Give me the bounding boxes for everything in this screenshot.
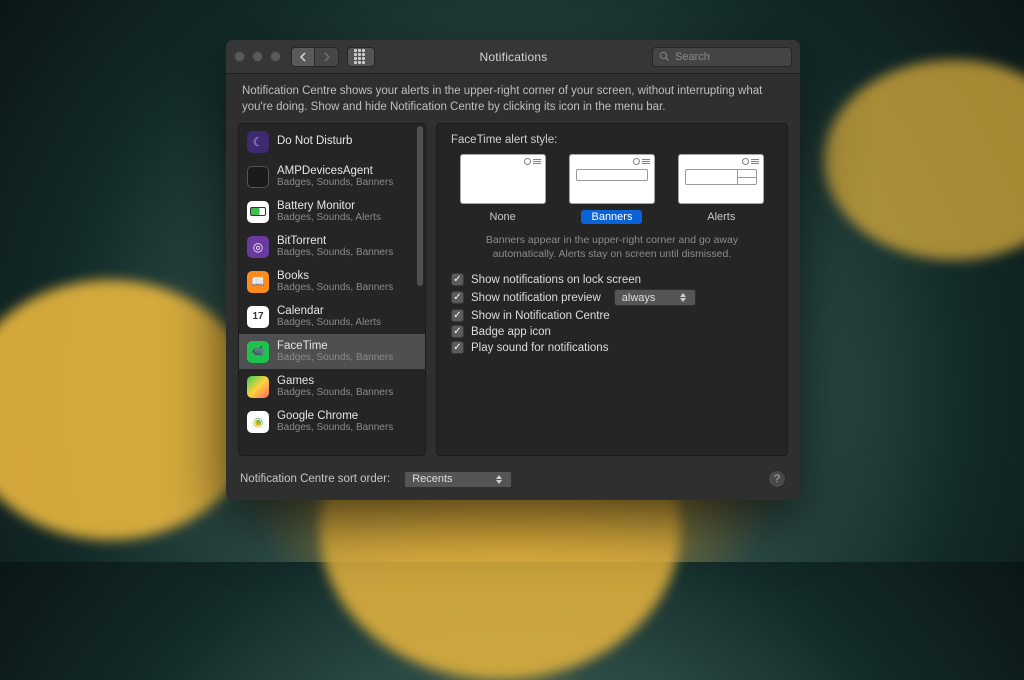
sidebar-item-games[interactable]: GamesBadges, Sounds, Banners xyxy=(239,369,425,404)
sort-order-label: Notification Centre sort order: xyxy=(240,473,390,485)
sidebar-item-battery-monitor[interactable]: Battery MonitorBadges, Sounds, Alerts xyxy=(239,194,425,229)
label-badge: Badge app icon xyxy=(471,326,551,338)
sidebar-item-caption: Badges, Sounds, Alerts xyxy=(277,317,381,328)
zoom-button[interactable] xyxy=(270,51,281,62)
preview-select-value: always xyxy=(622,292,656,304)
checkbox-badge[interactable]: ✓ xyxy=(451,325,464,338)
sidebar-item-caption: Badges, Sounds, Banners xyxy=(277,422,393,433)
search-input[interactable]: Search xyxy=(652,47,792,67)
window-title: Notifications xyxy=(375,50,652,64)
style-label-alerts: Alerts xyxy=(697,210,745,224)
sidebar-item-calendar[interactable]: CalendarBadges, Sounds, Alerts xyxy=(239,299,425,334)
chrome-icon xyxy=(247,411,269,433)
preferences-window: Notifications Search Notification Centre… xyxy=(226,40,800,500)
close-button[interactable] xyxy=(234,51,245,62)
style-label-banners: Banners xyxy=(581,210,642,224)
bit-icon xyxy=(247,236,269,258)
footer: Notification Centre sort order: Recents … xyxy=(226,464,800,500)
alert-style-alerts[interactable]: Alerts xyxy=(678,154,764,224)
book-icon xyxy=(247,271,269,293)
ft-icon xyxy=(247,341,269,363)
sidebar-item-facetime[interactable]: FaceTimeBadges, Sounds, Banners xyxy=(239,334,425,369)
label-sound: Play sound for notifications xyxy=(471,342,608,354)
preview-alerts xyxy=(678,154,764,204)
sidebar-item-label: Battery Monitor xyxy=(277,200,381,213)
sidebar-item-label: Google Chrome xyxy=(277,410,393,423)
bat-icon xyxy=(247,201,269,223)
forward-button[interactable] xyxy=(315,47,339,67)
cal-icon xyxy=(247,306,269,328)
description-text: Notification Centre shows your alerts in… xyxy=(226,74,800,123)
sidebar-item-books[interactable]: BooksBadges, Sounds, Banners xyxy=(239,264,425,299)
back-button[interactable] xyxy=(291,47,315,67)
search-placeholder: Search xyxy=(675,51,710,63)
alert-style-none[interactable]: None xyxy=(460,154,546,224)
sidebar-item-caption: Badges, Sounds, Banners xyxy=(277,247,393,258)
checkbox-sound[interactable]: ✓ xyxy=(451,341,464,354)
sidebar-item-label: Calendar xyxy=(277,305,381,318)
games-icon xyxy=(247,376,269,398)
sidebar-item-label: Do Not Disturb xyxy=(277,135,352,148)
checkbox-lock-screen[interactable]: ✓ xyxy=(451,273,464,286)
sidebar-item-caption: Badges, Sounds, Banners xyxy=(277,387,393,398)
sidebar-item-caption: Badges, Sounds, Banners xyxy=(277,177,393,188)
sidebar-item-do-not-disturb[interactable]: Do Not Disturb xyxy=(239,124,425,159)
titlebar: Notifications Search xyxy=(226,40,800,74)
sidebar-item-caption: Badges, Sounds, Banners xyxy=(277,282,393,293)
sort-order-select[interactable]: Recents xyxy=(404,471,512,488)
scrollbar[interactable] xyxy=(417,126,423,286)
minimize-button[interactable] xyxy=(252,51,263,62)
checkbox-preview[interactable]: ✓ xyxy=(451,291,464,304)
sort-order-value: Recents xyxy=(412,473,452,485)
show-all-button[interactable] xyxy=(347,47,375,67)
sidebar-item-label: BitTorrent xyxy=(277,235,393,248)
sidebar-item-label: FaceTime xyxy=(277,340,393,353)
app-list: Do Not DisturbAMPDevicesAgentBadges, Sou… xyxy=(238,123,426,456)
dnd-icon xyxy=(247,131,269,153)
sidebar-item-bittorrent[interactable]: BitTorrentBadges, Sounds, Banners xyxy=(239,229,425,264)
sidebar-item-google-chrome[interactable]: Google ChromeBadges, Sounds, Banners xyxy=(239,404,425,439)
preview-banners xyxy=(569,154,655,204)
sidebar-item-label: Books xyxy=(277,270,393,283)
label-lock-screen: Show notifications on lock screen xyxy=(471,274,641,286)
preview-none xyxy=(460,154,546,204)
label-notification-centre: Show in Notification Centre xyxy=(471,310,610,322)
sidebar-item-ampdevicesagent[interactable]: AMPDevicesAgentBadges, Sounds, Banners xyxy=(239,159,425,194)
help-button[interactable]: ? xyxy=(768,470,786,488)
label-preview: Show notification preview xyxy=(471,292,601,304)
detail-pane: FaceTime alert style: None Banners xyxy=(436,123,788,456)
style-label-none: None xyxy=(480,210,526,224)
amp-icon xyxy=(247,166,269,188)
preview-select[interactable]: always xyxy=(614,289,696,306)
sidebar-item-label: Games xyxy=(277,375,393,388)
checkbox-notification-centre[interactable]: ✓ xyxy=(451,309,464,322)
sidebar-item-caption: Badges, Sounds, Alerts xyxy=(277,212,381,223)
alert-style-banners[interactable]: Banners xyxy=(569,154,655,224)
style-hint: Banners appear in the upper-right corner… xyxy=(457,234,767,261)
sidebar-item-caption: Badges, Sounds, Banners xyxy=(277,352,393,363)
sidebar-item-label: AMPDevicesAgent xyxy=(277,165,393,178)
alert-style-heading: FaceTime alert style: xyxy=(451,134,773,146)
window-controls xyxy=(234,51,281,62)
